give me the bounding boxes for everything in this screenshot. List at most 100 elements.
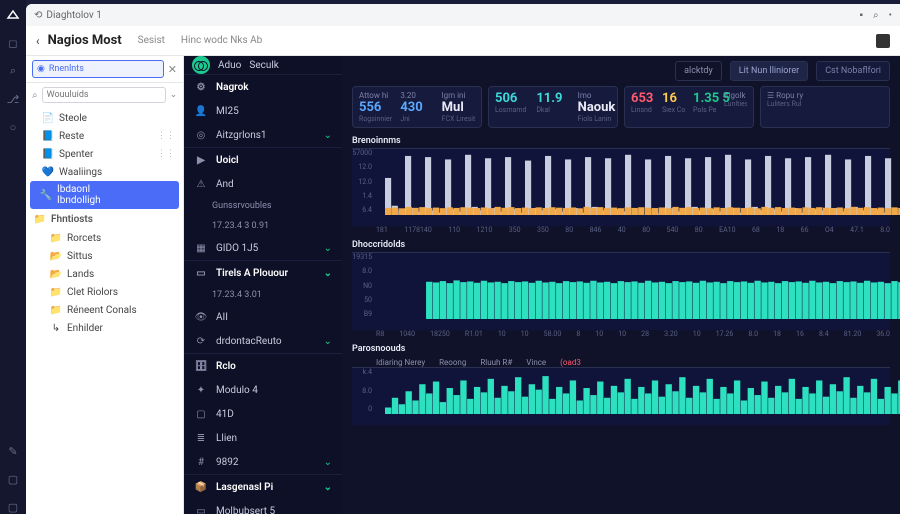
box1-icon[interactable]: ▢ (6, 472, 20, 486)
nav-item-label: Molbubsert 5 (216, 506, 275, 514)
x-axis: 1811178140110121035035080846408054080EA1… (352, 226, 890, 238)
more-icon[interactable]: • (889, 10, 892, 21)
metric-sublabel: Rogsinnieri (359, 115, 392, 123)
metric-label: 3.20 (400, 91, 433, 100)
nav-item[interactable]: ⟳drdontacReuto⌄ (184, 329, 342, 353)
legend-item: (oad3 (560, 358, 581, 367)
nav-group-header[interactable]: ⚙Nagrok (184, 75, 342, 99)
nav-item[interactable]: ▢41D (184, 402, 342, 426)
tag-label: alcktdy (675, 61, 722, 81)
chart-legend: Idiaring NereyReoongRluuh R#Vince(oad3 (352, 358, 890, 367)
y-axis: k.48.00 (352, 368, 374, 413)
tree-section-header[interactable]: 📁 Fhntiosts (26, 209, 183, 229)
tree-subitem[interactable]: 📂Lands (26, 265, 183, 283)
metrics-row: Attow hi556Rogsinnieri3.20430Jnilgm iniM… (342, 86, 900, 136)
tree-item-selected[interactable]: 🔧IbdaonlIbndolligh (30, 181, 179, 209)
tree-item-label: Steole (59, 113, 87, 124)
filter-box[interactable]: ◉ Rnenlnts (32, 60, 164, 78)
nav-group-label: Rclo (216, 361, 236, 372)
nav-item[interactable]: ⚠And (184, 172, 342, 196)
tree-item[interactable]: 💙Waaliings (26, 163, 183, 181)
tree-subitem[interactable]: 📁Clet Riolors (26, 283, 183, 301)
close-icon[interactable]: ✕ (168, 63, 177, 76)
nav-group-header[interactable]: 🗄Rclo (184, 354, 342, 378)
nav-item[interactable]: 👁 AII (184, 305, 342, 329)
nav-link-seculk[interactable]: Seculk (249, 60, 279, 71)
folder-y-icon: 📂 (50, 268, 62, 280)
nav-item[interactable]: ✦Modulo 4 (184, 378, 342, 402)
nav-item[interactable]: ▦GIDO 1J5⌄ (184, 236, 342, 260)
browser-tab[interactable]: ⟲ Diaghtolov 1 (34, 10, 102, 21)
search-icon[interactable]: ⌕ (6, 64, 20, 78)
tree-item[interactable]: 📄Steole (26, 109, 183, 127)
tree-subitem[interactable]: 📁Réneent Conals (26, 301, 183, 319)
tree-item-label: Réneent Conals (67, 305, 137, 316)
nav-item-label: AII (216, 312, 228, 323)
metric-sublabel: Luliters Rul (767, 100, 883, 108)
file-blue-icon: 📘 (42, 130, 54, 142)
nav-item[interactable]: #9892⌄ (184, 450, 342, 474)
tree-subitem[interactable]: ↳Enhilder (26, 319, 183, 337)
nav-item[interactable]: ≣Llien (184, 426, 342, 450)
folder-icon: 📁 (50, 232, 62, 244)
tree-item-label: Reste (59, 131, 84, 142)
nav-group-header[interactable]: ▶Uoicl (184, 148, 342, 172)
grip-icon[interactable]: ⋮⋮ (157, 149, 175, 159)
nav-item-label: Llien (216, 433, 237, 444)
metric-label: Attow hi (359, 91, 392, 100)
filter-icon: ◉ (37, 64, 45, 74)
home-icon[interactable]: ◻ (6, 36, 20, 50)
tree-subitem[interactable]: 📂Sittus (26, 247, 183, 265)
nav-item[interactable]: ▭Molbubsert 5 (184, 499, 342, 514)
brand-logo-icon[interactable] (192, 56, 210, 74)
chart-title: Brenoinnms (352, 136, 890, 146)
tree-item[interactable]: 📘Spenter⋮⋮ (26, 145, 183, 163)
topbar-square-icon[interactable] (876, 34, 890, 48)
grip-icon[interactable]: ⋮⋮ (157, 131, 175, 141)
action-button-1[interactable]: Lit Nun lliniorer (730, 61, 808, 81)
x-axis: R8104018250R1.01101058.0081010283.201017… (352, 330, 890, 342)
nav-group-header[interactable]: ▭Tirels A Plouour⌄ (184, 261, 342, 285)
nav-item[interactable]: 👤MI25 (184, 99, 342, 123)
crumb-1[interactable]: Sesist (138, 35, 165, 46)
chevron-down-icon: ⌄ (324, 268, 332, 279)
nav-group-header[interactable]: 📦Lasgenasl Pi⌄ (184, 475, 342, 499)
tree-section-label: Fhntiosts (51, 214, 93, 225)
refresh-icon: ⟳ (194, 334, 208, 348)
branch-icon[interactable]: ⎇ (6, 92, 20, 106)
folder-icon: 📁 (34, 213, 46, 225)
box2-icon[interactable]: ▢ (6, 500, 20, 514)
nav-link-aduo[interactable]: Aduo (218, 60, 241, 71)
crumb-2[interactable]: Hinc wodc Nks Ab (181, 35, 262, 46)
tree-item[interactable]: 📘 Reste ⋮⋮ (26, 127, 183, 145)
chevron-down-icon: ⌄ (324, 457, 332, 468)
metric-label: lgm ini (442, 91, 475, 100)
nav-group-label: Tirels A Plouour (216, 268, 288, 279)
metric-sublabel: Siex Colund Ned (662, 106, 685, 114)
nav-item-label: And (216, 179, 234, 190)
eye-icon: 👁 (194, 310, 208, 324)
nav-group-label: Nagrok (216, 82, 249, 93)
search-input[interactable] (42, 87, 166, 103)
nav-item-label: Modulo 4 (216, 385, 258, 396)
back-icon[interactable]: ‹ (36, 34, 40, 48)
zoom-icon[interactable]: ⌕ (873, 10, 879, 21)
action-button-2[interactable]: Cst Nobaflfori (816, 61, 890, 81)
nav-item-label: 9892 (216, 457, 238, 468)
metric-value: 11.9 (536, 91, 569, 106)
metric-value: Mul (442, 100, 475, 115)
chart-1: Dhoccridolds193158.0N050B9R8104018250R1.… (352, 240, 890, 342)
panel-icon[interactable]: ▪ (859, 10, 863, 21)
metric-card: 653Linsnd Non16Siex Colund Ned1.35 5Pols… (624, 86, 754, 128)
tree-subitem[interactable]: 📁Rorcets (26, 229, 183, 247)
legend-item: Vince (526, 358, 546, 367)
dot-icon[interactable]: ○ (6, 120, 20, 134)
y-axis: 5700012.012.01.46.4 (352, 149, 374, 214)
chevron-down-icon[interactable]: ⌄ (170, 90, 178, 100)
edit-icon[interactable]: ✎ (6, 444, 20, 458)
wrench-icon: 🔧 (40, 189, 52, 201)
logo-icon[interactable] (6, 8, 20, 22)
tree-item-label: Spenter (59, 149, 93, 160)
nav-item[interactable]: ◎Aitzgrlons1⌄ (184, 123, 342, 147)
chart-0: Brenoinnms 5700012.012.01.46.4 18111781401… (352, 136, 890, 238)
